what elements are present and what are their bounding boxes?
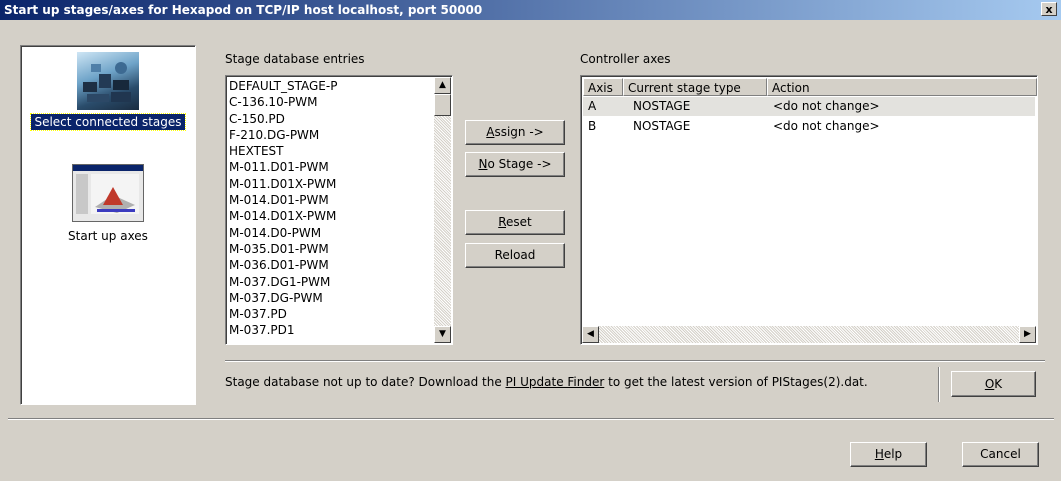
window-title: Start up stages/axes for Hexapod on TCP/… (4, 3, 483, 17)
list-item[interactable]: M-014.D01-PWM (229, 192, 337, 208)
scroll-up-button[interactable]: ▲ (434, 77, 451, 94)
no-stage-button[interactable]: No Stage -> (465, 152, 565, 177)
scroll-right-button[interactable]: ▶ (1019, 326, 1036, 343)
arrow-up-icon: ▲ (439, 80, 446, 90)
ok-separator (938, 367, 940, 402)
reload-button[interactable]: Reload (465, 243, 565, 268)
database-notice: Stage database not up to date? Download … (225, 375, 868, 389)
column-header-axis[interactable]: Axis (583, 78, 623, 96)
list-item[interactable]: M-014.D0-PWM (229, 225, 337, 241)
stage-db-items: DEFAULT_STAGE-P C-136.10-PWM C-150.PD F-210… (229, 78, 337, 339)
stage-db-heading: Stage database entries (225, 52, 365, 66)
title-bar: Start up stages/axes for Hexapod on TCP/… (0, 0, 1061, 20)
list-item[interactable]: M-011.D01X-PWM (229, 176, 337, 192)
nav-item-start-up-axes[interactable]: Start up axes (21, 164, 195, 244)
notice-text-after: to get the latest version of PIStages(2)… (604, 375, 868, 389)
list-item[interactable]: M-037.PD1 (229, 322, 337, 338)
table-header: Axis Current stage type Action (583, 78, 1037, 96)
cell-stage-type: NOSTAGE (633, 119, 691, 133)
pi-update-finder-link[interactable]: PI Update Finder (506, 375, 605, 389)
list-item[interactable]: HEXTEST (229, 143, 337, 159)
stage-db-list[interactable]: DEFAULT_STAGE-P C-136.10-PWM C-150.PD F-210… (225, 75, 453, 345)
list-item[interactable]: M-037.DG1-PWM (229, 274, 337, 290)
column-header-stage-type[interactable]: Current stage type (623, 78, 767, 96)
controller-axes-heading: Controller axes (580, 52, 671, 66)
arrow-left-icon: ◀ (587, 329, 594, 339)
scroll-left-button[interactable]: ◀ (582, 326, 599, 343)
arrow-down-icon: ▼ (439, 329, 446, 339)
stage-list-scrollbar[interactable]: ▲ ▼ (434, 77, 451, 343)
help-button[interactable]: Help (850, 442, 927, 467)
hexapod-stages-icon (77, 52, 139, 110)
axes-graph-icon (72, 164, 144, 222)
reset-label: eset (506, 215, 532, 229)
column-header-action[interactable]: Action (767, 78, 1037, 96)
no-stage-label: o Stage -> (487, 157, 552, 171)
cell-action: <do not change> (773, 99, 880, 113)
nav-item-label: Start up axes (68, 229, 148, 243)
help-label: elp (883, 447, 903, 461)
list-item[interactable]: M-037.DG-PWM (229, 290, 337, 306)
list-item[interactable]: C-150.PD (229, 111, 337, 127)
notice-text-before: Stage database not up to date? Download … (225, 375, 506, 389)
arrow-right-icon: ▶ (1024, 329, 1031, 339)
nav-panel: Select connected stages Start up axes (20, 45, 196, 405)
scroll-down-button[interactable]: ▼ (434, 326, 451, 343)
list-item[interactable]: F-210.DG-PWM (229, 127, 337, 143)
table-row[interactable]: B NOSTAGE <do not change> (583, 117, 1035, 136)
nav-item-label: Select connected stages (30, 113, 186, 131)
list-item[interactable]: M-011.D01-PWM (229, 159, 337, 175)
notice-separator (225, 360, 1045, 362)
scroll-thumb[interactable] (434, 94, 451, 116)
list-item[interactable]: M-037.PD (229, 306, 337, 322)
list-item[interactable]: M-035.D01-PWM (229, 241, 337, 257)
list-item[interactable]: M-036.D01-PWM (229, 257, 337, 273)
ok-mnemonic: O (984, 377, 995, 391)
reset-mnemonic: R (498, 215, 507, 229)
help-mnemonic: H (874, 447, 884, 461)
table-horizontal-scrollbar[interactable]: ◀ ▶ (582, 326, 1036, 343)
bottom-separator (8, 418, 1054, 420)
close-button[interactable]: x (1041, 2, 1057, 16)
cell-axis: B (588, 119, 597, 133)
list-item[interactable]: M-014.D01X-PWM (229, 208, 337, 224)
ok-button[interactable]: OK (951, 371, 1036, 397)
cancel-button[interactable]: Cancel (962, 442, 1039, 467)
list-item[interactable]: DEFAULT_STAGE-P (229, 78, 337, 94)
cell-axis: A (588, 99, 597, 113)
controller-axes-table[interactable]: Axis Current stage type Action A NOSTAGE… (580, 75, 1038, 345)
close-icon: x (1045, 3, 1053, 16)
reload-label: Reload (494, 248, 536, 262)
assign-label: ssign -> (494, 125, 544, 139)
nav-item-select-connected-stages[interactable]: Select connected stages (21, 52, 195, 131)
ok-label: K (994, 377, 1003, 391)
cell-action: <do not change> (773, 119, 880, 133)
reset-button[interactable]: Reset (465, 210, 565, 235)
assign-button[interactable]: Assign -> (465, 120, 565, 145)
cancel-label: Cancel (980, 447, 1021, 461)
list-item[interactable]: C-136.10-PWM (229, 94, 337, 110)
table-row[interactable]: A NOSTAGE <do not change> (583, 97, 1035, 116)
cell-stage-type: NOSTAGE (633, 99, 691, 113)
